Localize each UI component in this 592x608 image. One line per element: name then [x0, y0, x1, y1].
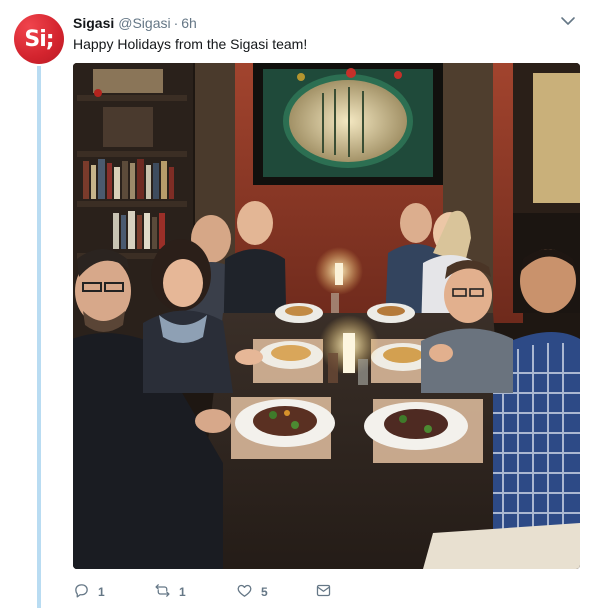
reply-count: 1 [98, 585, 105, 599]
tweet-header: Sigasi @Sigasi · 6h [73, 13, 552, 33]
retweet-icon [154, 582, 171, 602]
tweet-text: Happy Holidays from the Sigasi team! [73, 36, 308, 52]
tweet-timestamp[interactable]: 6h [181, 15, 197, 31]
like-count: 5 [261, 585, 268, 599]
display-name[interactable]: Sigasi [73, 15, 114, 31]
avatar[interactable]: Si; [14, 14, 64, 64]
like-icon [236, 582, 253, 602]
tweet-actions: 1 1 5 [73, 582, 373, 602]
retweet-button[interactable]: 1 [154, 582, 186, 602]
tweet-photo[interactable] [73, 63, 580, 569]
retweet-count: 1 [179, 585, 186, 599]
team-photo-illustration [73, 63, 580, 569]
reply-icon [73, 582, 90, 602]
like-button[interactable]: 5 [236, 582, 268, 602]
direct-message-button[interactable] [315, 582, 332, 602]
user-handle[interactable]: @Sigasi [118, 15, 170, 31]
reply-button[interactable]: 1 [73, 582, 105, 602]
avatar-logo-text: Si; [24, 26, 54, 52]
thread-line [37, 66, 41, 608]
direct-message-icon [315, 582, 332, 602]
chevron-down-icon[interactable] [560, 13, 576, 29]
header-separator: · [173, 15, 179, 31]
